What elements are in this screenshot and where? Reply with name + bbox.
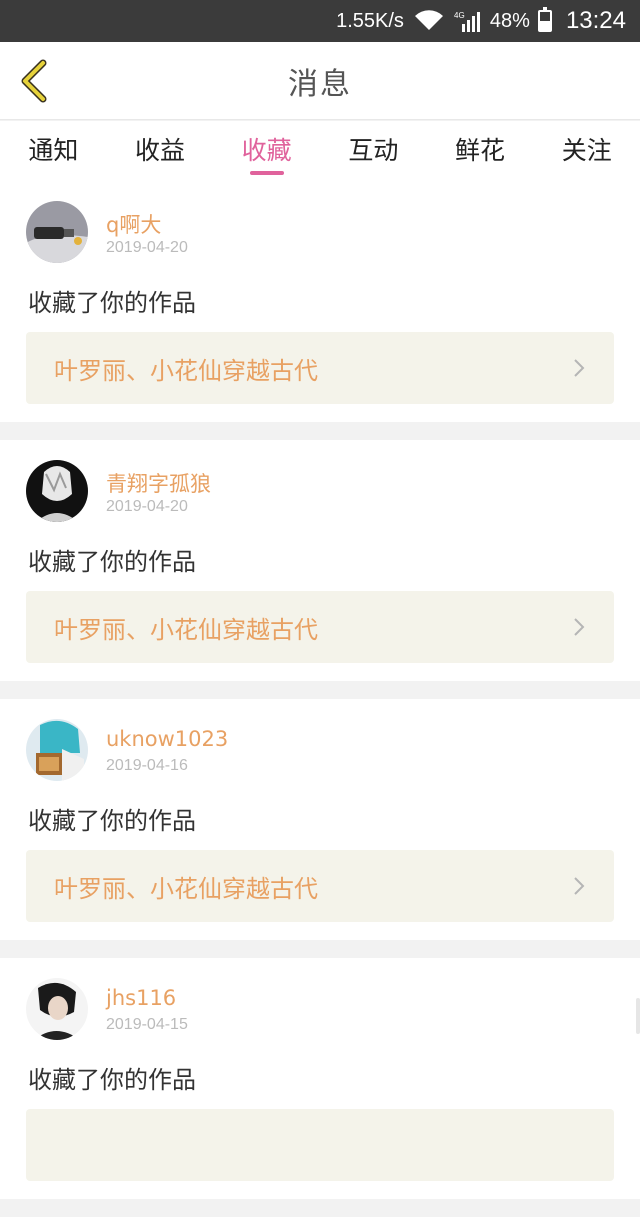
action-text: 收藏了你的作品 <box>28 289 196 317</box>
avatar[interactable] <box>26 978 88 1040</box>
tab-flowers[interactable]: 鲜花 <box>427 121 534 181</box>
avatar[interactable] <box>26 460 88 522</box>
tab-label: 收藏 <box>241 136 292 165</box>
timestamp: 2019-04-15 <box>106 1016 188 1033</box>
message-list: q啊大 2019-04-20 收藏了你的作品 叶罗丽、小花仙穿越古代 青翔字孤狼… <box>0 181 640 1217</box>
battery-percent: 48% <box>489 9 530 32</box>
work-title: 叶罗丽、小花仙穿越古代 <box>54 615 318 644</box>
chevron-right-icon <box>574 359 585 377</box>
avatar[interactable] <box>26 201 88 263</box>
list-item: jhs116 2019-04-15 收藏了你的作品 <box>0 958 640 1199</box>
network-speed: 1.55K/s <box>336 9 404 32</box>
list-item: uknow1023 2019-04-16 收藏了你的作品 叶罗丽、小花仙穿越古代 <box>0 699 640 940</box>
action-text: 收藏了你的作品 <box>28 1066 196 1094</box>
tab-notifications[interactable]: 通知 <box>0 121 107 181</box>
tab-interactions[interactable]: 互动 <box>320 121 427 181</box>
work-link[interactable] <box>26 1109 614 1181</box>
signal-label: 4G <box>454 11 465 20</box>
header-bar: 消息 <box>0 42 640 120</box>
tab-follows[interactable]: 关注 <box>533 121 640 181</box>
tab-label: 互动 <box>348 136 399 165</box>
work-title: 叶罗丽、小花仙穿越古代 <box>54 356 318 385</box>
chevron-right-icon <box>574 877 585 895</box>
tab-bar: 通知 收益 收藏 互动 鲜花 关注 <box>0 121 640 181</box>
timestamp: 2019-04-20 <box>106 498 188 515</box>
tab-label: 通知 <box>28 136 79 165</box>
work-link[interactable]: 叶罗丽、小花仙穿越古代 <box>26 591 614 663</box>
page-title: 消息 <box>288 66 352 102</box>
work-link[interactable]: 叶罗丽、小花仙穿越古代 <box>26 850 614 922</box>
username-link[interactable]: uknow1023 <box>106 727 228 751</box>
tab-label: 关注 <box>561 136 612 165</box>
scrollbar[interactable] <box>636 998 640 1034</box>
active-tab-indicator <box>249 171 284 175</box>
battery-icon <box>537 7 552 32</box>
action-text: 收藏了你的作品 <box>28 807 196 835</box>
tab-favorites[interactable]: 收藏 <box>213 121 320 181</box>
list-item: q啊大 2019-04-20 收藏了你的作品 叶罗丽、小花仙穿越古代 <box>0 181 640 422</box>
cellular-signal-icon: 4G <box>454 10 480 32</box>
action-text: 收藏了你的作品 <box>28 548 196 576</box>
clock: 13:24 <box>565 7 626 34</box>
work-link[interactable]: 叶罗丽、小花仙穿越古代 <box>26 332 614 404</box>
tab-label: 鲜花 <box>455 136 506 165</box>
avatar[interactable] <box>26 719 88 781</box>
wifi-icon <box>414 10 444 32</box>
username-link[interactable]: q啊大 <box>106 209 161 239</box>
chevron-right-icon <box>574 618 585 636</box>
timestamp: 2019-04-20 <box>106 239 188 256</box>
username-link[interactable]: 青翔字孤狼 <box>106 468 211 498</box>
list-item: 青翔字孤狼 2019-04-20 收藏了你的作品 叶罗丽、小花仙穿越古代 <box>0 440 640 681</box>
status-bar: 1.55K/s 4G 48% 13:24 <box>0 0 640 42</box>
work-title: 叶罗丽、小花仙穿越古代 <box>54 874 318 903</box>
back-button[interactable] <box>14 58 54 104</box>
tab-label: 收益 <box>135 136 186 165</box>
timestamp: 2019-04-16 <box>106 757 188 774</box>
username-link[interactable]: jhs116 <box>106 986 176 1010</box>
chevron-left-icon <box>21 59 47 103</box>
tab-earnings[interactable]: 收益 <box>107 121 214 181</box>
